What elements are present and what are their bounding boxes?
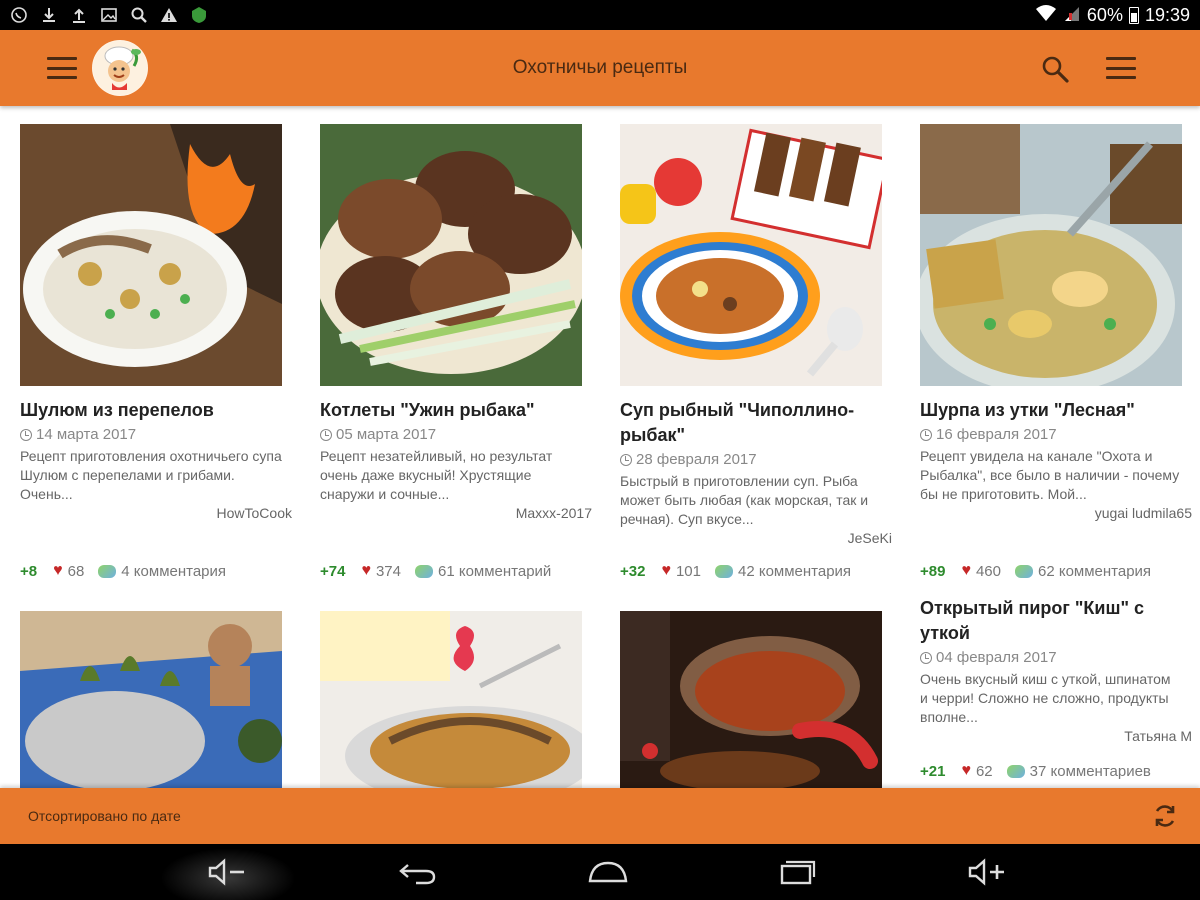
comment-count[interactable]: 61 комментарий xyxy=(438,563,551,580)
recipe-image[interactable] xyxy=(20,611,282,788)
like-count: 101 xyxy=(675,562,701,580)
volume-down-icon[interactable] xyxy=(203,854,253,890)
heart-icon[interactable]: ♥ xyxy=(661,562,671,580)
recipe-date: 05 марта 2017 xyxy=(320,424,592,446)
warning-icon xyxy=(160,6,178,24)
recipe-date: 28 февраля 2017 xyxy=(620,449,910,471)
recipe-stats: +8 ♥ 68 4 комментария xyxy=(20,562,226,580)
recipe-image[interactable] xyxy=(320,611,582,788)
recipe-date: 16 февраля 2017 xyxy=(920,424,1192,446)
whatsapp-icon xyxy=(10,6,28,24)
recipe-image[interactable] xyxy=(620,124,882,386)
vote-count[interactable]: +21 xyxy=(920,763,945,780)
recipe-description: Быстрый в приготовлении суп. Рыба может … xyxy=(620,473,869,527)
heart-icon[interactable]: ♥ xyxy=(961,562,971,580)
recipe-title[interactable]: Суп рыбный "Чиполлино-рыбак" xyxy=(620,398,910,448)
recents-icon[interactable] xyxy=(773,854,823,890)
comment-count[interactable]: 62 комментария xyxy=(1038,563,1151,580)
search-icon[interactable] xyxy=(1040,54,1070,84)
clock-icon xyxy=(920,652,932,664)
wifi-icon xyxy=(1035,4,1057,27)
recipe-stats: +89 ♥ 460 62 комментария xyxy=(920,562,1151,580)
shield-icon xyxy=(190,6,208,24)
recipe-description: Рецепт незатейливый, но результат очень … xyxy=(320,448,553,502)
signal-icon xyxy=(1063,4,1081,27)
comment-count[interactable]: 4 комментария xyxy=(121,563,226,580)
app-screen: 60% 19:39 Охотничьи рецепты Шулюм из пер… xyxy=(0,0,1200,900)
like-count: 460 xyxy=(975,562,1001,580)
recipe-image[interactable] xyxy=(320,124,582,386)
clock-icon xyxy=(620,454,632,466)
heart-icon[interactable]: ♥ xyxy=(53,562,63,580)
recipe-stats: +21 ♥ 62 37 комментариев xyxy=(920,762,1151,780)
recipe-title[interactable]: Открытый пирог "Киш" с уткой xyxy=(920,596,1195,646)
comment-icon[interactable] xyxy=(1014,564,1033,578)
app-toolbar: Охотничьи рецепты xyxy=(0,30,1200,106)
download-icon xyxy=(40,6,58,24)
upload-icon xyxy=(70,6,88,24)
recipe-date: 14 марта 2017 xyxy=(20,424,292,446)
heart-icon[interactable]: ♥ xyxy=(961,762,971,780)
recipe-title[interactable]: Шурпа из утки "Лесная" xyxy=(920,398,1192,423)
clock-icon xyxy=(20,429,32,441)
comment-count[interactable]: 37 комментариев xyxy=(1030,763,1151,780)
overflow-menu-icon[interactable] xyxy=(1106,57,1136,79)
battery-percent: 60% xyxy=(1086,4,1123,25)
search-icon xyxy=(130,6,148,24)
home-icon[interactable] xyxy=(583,854,633,890)
recipe-date: 04 февраля 2017 xyxy=(920,647,1195,669)
recipe-description: Рецепт приготовления охотничьего супа Шу… xyxy=(20,448,282,502)
recipe-grid: Шулюм из перепелов 14 марта 2017 Рецепт … xyxy=(0,106,1200,788)
battery-icon xyxy=(1128,6,1139,24)
menu-icon[interactable] xyxy=(47,57,77,79)
recipe-author[interactable]: Maxxx-2017 xyxy=(320,504,592,523)
comment-count[interactable]: 42 комментария xyxy=(738,563,851,580)
recipe-author[interactable]: yugai ludmila65 xyxy=(920,504,1192,523)
vote-count[interactable]: +32 xyxy=(620,563,645,580)
refresh-icon[interactable] xyxy=(1150,801,1180,831)
recipe-stats: +74 ♥ 374 61 комментарий xyxy=(320,562,551,580)
vote-count[interactable]: +74 xyxy=(320,563,345,580)
notification-icons xyxy=(10,6,208,24)
recipe-author[interactable]: HowToCook xyxy=(20,504,292,523)
recipe-image[interactable] xyxy=(920,124,1182,386)
clock-time: 19:39 xyxy=(1144,4,1190,25)
clock-icon xyxy=(920,429,932,441)
recipe-author[interactable]: JeSeKi xyxy=(620,529,892,548)
comment-icon[interactable] xyxy=(1006,764,1025,778)
system-status: 60% 19:39 xyxy=(1035,4,1190,27)
sort-bar: Отсортировано по дате xyxy=(0,788,1200,844)
recipe-stats: +32 ♥ 101 42 комментария xyxy=(620,562,851,580)
recipe-author[interactable]: Татьяна М xyxy=(920,727,1192,746)
like-count: 374 xyxy=(375,562,401,580)
back-icon[interactable] xyxy=(393,854,443,890)
recipe-title[interactable]: Шулюм из перепелов xyxy=(20,398,292,423)
volume-up-icon[interactable] xyxy=(963,854,1013,890)
recipe-image[interactable] xyxy=(20,124,282,386)
recipe-title[interactable]: Котлеты "Ужин рыбака" xyxy=(320,398,592,423)
heart-icon[interactable]: ♥ xyxy=(361,562,371,580)
sort-label[interactable]: Отсортировано по дате xyxy=(28,808,181,824)
chef-logo xyxy=(92,40,148,96)
vote-count[interactable]: +8 xyxy=(20,563,37,580)
like-count: 62 xyxy=(975,762,993,780)
recipe-description: Рецепт увидела на канале "Охота и Рыбалк… xyxy=(920,448,1180,502)
page-title: Охотничьи рецепты xyxy=(512,57,688,78)
status-bar: 60% 19:39 xyxy=(0,0,1200,30)
recipe-image[interactable] xyxy=(620,611,882,788)
recipe-description: Очень вкусный киш с уткой, шпинатом и че… xyxy=(920,671,1171,725)
like-count: 68 xyxy=(67,562,85,580)
comment-icon[interactable] xyxy=(714,564,733,578)
comment-icon[interactable] xyxy=(414,564,433,578)
comment-icon[interactable] xyxy=(98,564,117,578)
image-icon xyxy=(100,6,118,24)
clock-icon xyxy=(320,429,332,441)
vote-count[interactable]: +89 xyxy=(920,563,945,580)
